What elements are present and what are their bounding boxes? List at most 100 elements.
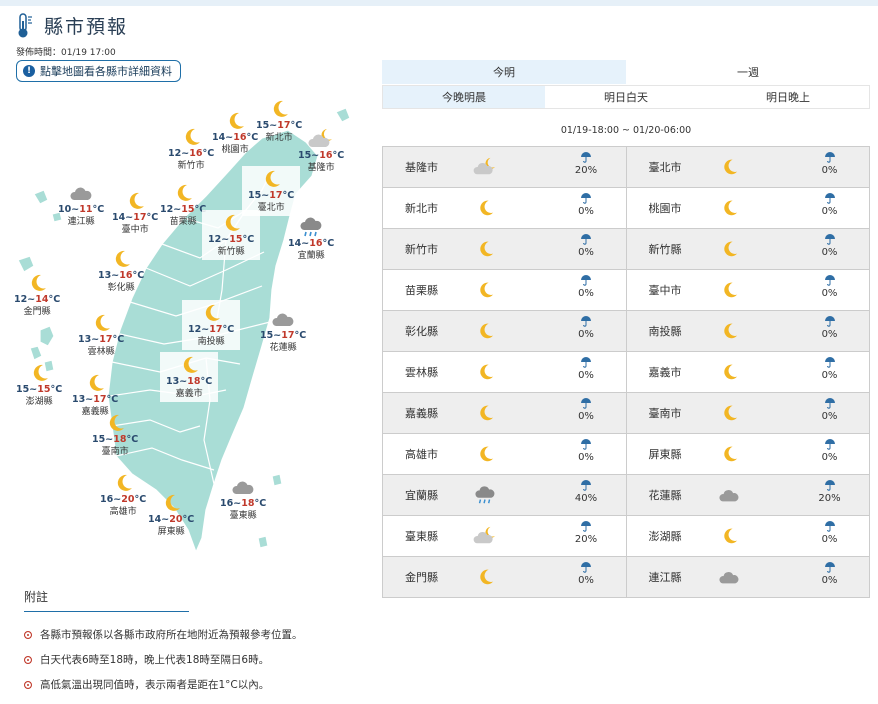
map-city-4[interactable]: 15~17°C 臺北市 bbox=[242, 166, 301, 216]
city-temp: 16~20°C bbox=[100, 494, 147, 505]
notes-title: 附註 bbox=[24, 588, 189, 612]
cloud-icon bbox=[272, 313, 294, 326]
map-city-11[interactable]: 12~14°C 金門縣 bbox=[14, 272, 60, 318]
umbrella-icon bbox=[824, 398, 835, 409]
tab-tomorrow-night[interactable]: 明日晚上 bbox=[707, 86, 869, 108]
map-hint-button[interactable]: ! 點擊地圖看各縣市詳細資料 bbox=[16, 60, 181, 82]
rain-pop: 0% bbox=[821, 534, 838, 545]
city-cell[interactable]: 臺北市 0% bbox=[625, 147, 870, 187]
moon-icon bbox=[225, 214, 241, 231]
city-cell[interactable]: 臺中市 0% bbox=[625, 270, 870, 310]
main-tabs: 今明 一週 bbox=[382, 60, 870, 84]
tab-tonight[interactable]: 今晚明晨 bbox=[383, 86, 545, 108]
tab-week[interactable]: 一週 bbox=[626, 60, 870, 84]
moon-icon bbox=[723, 405, 737, 421]
cloud-moon-icon bbox=[308, 129, 333, 147]
city-name: 南投縣 bbox=[648, 325, 682, 338]
umbrella-icon bbox=[824, 234, 835, 245]
city-cell[interactable]: 澎湖縣 0% bbox=[625, 516, 870, 556]
umbrella-icon bbox=[581, 316, 591, 327]
city-cell[interactable]: 嘉義縣 0% bbox=[382, 393, 626, 433]
city-cell[interactable]: 南投縣 0% bbox=[625, 311, 870, 351]
rain-pop: 20% bbox=[574, 165, 598, 176]
tab-today[interactable]: 今明 bbox=[382, 60, 626, 84]
map-city-15[interactable]: 13~18°C 嘉義市 bbox=[160, 352, 219, 402]
cloud-icon bbox=[232, 481, 254, 494]
table-row: 基隆市 20% 臺北市 0% bbox=[382, 147, 870, 188]
city-cell[interactable]: 嘉義市 0% bbox=[625, 352, 870, 392]
map-city-13[interactable]: 15~17°C 花蓮縣 bbox=[260, 308, 306, 354]
rain-pop: 0% bbox=[578, 329, 594, 340]
city-cell[interactable]: 新北市 0% bbox=[382, 188, 626, 228]
city-cell[interactable]: 臺東縣 20% bbox=[382, 516, 626, 556]
moon-icon bbox=[31, 274, 47, 291]
moon-icon bbox=[480, 405, 494, 421]
map-city-18[interactable]: 15~18°C 臺南市 bbox=[92, 412, 138, 458]
city-cell[interactable]: 花蓮縣 20% bbox=[625, 475, 870, 515]
map-city-9[interactable]: 14~16°C 宜蘭縣 bbox=[288, 216, 334, 262]
city-name: 新竹市 bbox=[405, 243, 438, 256]
city-cell[interactable]: 彰化縣 0% bbox=[382, 311, 626, 351]
city-cell[interactable]: 新竹縣 0% bbox=[625, 229, 870, 269]
moon-icon bbox=[480, 446, 494, 462]
city-temp: 14~20°C bbox=[148, 514, 195, 525]
map-city-16[interactable]: 15~15°C 澎湖縣 bbox=[16, 362, 62, 408]
city-temp: 13~16°C bbox=[98, 270, 145, 281]
cloud-icon bbox=[70, 187, 92, 200]
umbrella-icon bbox=[581, 275, 591, 286]
table-row: 新北市 0% 桃園市 0% bbox=[382, 188, 870, 229]
city-cell[interactable]: 屏東縣 0% bbox=[625, 434, 870, 474]
map-city-12[interactable]: 12~17°C 南投縣 bbox=[182, 300, 241, 350]
city-cell[interactable]: 宜蘭縣 40% bbox=[382, 475, 626, 515]
umbrella-icon bbox=[824, 439, 835, 450]
rain-probability: 0% bbox=[571, 562, 601, 586]
cloud-icon bbox=[718, 490, 738, 502]
rain-probability: 0% bbox=[571, 193, 601, 217]
rain-pop: 0% bbox=[821, 370, 838, 381]
table-row: 彰化縣 0% 南投縣 0% bbox=[382, 311, 870, 352]
info-icon: ! bbox=[23, 65, 35, 77]
city-cell[interactable]: 苗栗縣 0% bbox=[382, 270, 626, 310]
city-cell[interactable]: 基隆市 20% bbox=[382, 147, 626, 187]
city-cell[interactable]: 桃園市 0% bbox=[625, 188, 870, 228]
map-city-20[interactable]: 16~18°C 臺東縣 bbox=[220, 476, 266, 522]
taiwan-map[interactable]: 12~16°C 新竹市 14~16°C 桃園市 15~17°C 新北市 15~16°C 基隆市… bbox=[0, 90, 370, 570]
map-city-10[interactable]: 13~16°C 彰化縣 bbox=[98, 248, 144, 294]
city-cell[interactable]: 臺南市 0% bbox=[625, 393, 870, 433]
city-temp: 14~17°C bbox=[112, 212, 159, 223]
city-name: 屏東縣 bbox=[648, 448, 682, 461]
city-name: 嘉義縣 bbox=[405, 407, 438, 420]
city-cell[interactable]: 高雄市 0% bbox=[382, 434, 626, 474]
map-city-3[interactable]: 15~16°C 基隆市 bbox=[298, 128, 344, 174]
city-name: 臺南市 bbox=[101, 447, 129, 457]
tab-tomorrow-day[interactable]: 明日白天 bbox=[545, 86, 707, 108]
rain-pop: 0% bbox=[821, 247, 838, 258]
map-city-19[interactable]: 16~20°C 高雄市 bbox=[100, 472, 146, 518]
map-city-21[interactable]: 14~20°C 屏東縣 bbox=[148, 492, 194, 538]
moon-icon bbox=[177, 184, 193, 201]
city-cell[interactable]: 雲林縣 0% bbox=[382, 352, 626, 392]
map-city-5[interactable]: 10~11°C 連江縣 bbox=[58, 182, 104, 228]
sub-tabs: 今晚明晨 明日白天 明日晚上 bbox=[382, 85, 870, 109]
city-cell[interactable]: 新竹市 0% bbox=[382, 229, 626, 269]
city-temp: 15~15°C bbox=[16, 384, 63, 395]
city-cell[interactable]: 金門縣 0% bbox=[382, 557, 626, 597]
map-city-8[interactable]: 12~15°C 新竹縣 bbox=[202, 210, 261, 260]
map-city-2[interactable]: 15~17°C 新北市 bbox=[256, 98, 302, 144]
bullet-icon bbox=[24, 630, 32, 639]
city-name: 新北市 bbox=[265, 133, 293, 143]
map-city-14[interactable]: 13~17°C 雲林縣 bbox=[78, 312, 124, 358]
map-city-0[interactable]: 12~16°C 新竹市 bbox=[168, 126, 214, 172]
rain-probability: 0% bbox=[815, 398, 845, 422]
moon-icon bbox=[480, 200, 494, 216]
city-name: 連江縣 bbox=[648, 571, 682, 584]
rain-probability: 20% bbox=[571, 521, 601, 545]
umbrella-icon bbox=[824, 562, 835, 573]
city-cell[interactable]: 連江縣 0% bbox=[625, 557, 870, 597]
moon-icon bbox=[480, 282, 494, 298]
map-city-6[interactable]: 14~17°C 臺中市 bbox=[112, 190, 158, 236]
moon-icon bbox=[723, 446, 737, 462]
map-city-7[interactable]: 12~15°C 苗栗縣 bbox=[160, 182, 206, 228]
map-city-1[interactable]: 14~16°C 桃園市 bbox=[212, 110, 258, 156]
rain-pop: 0% bbox=[578, 411, 594, 422]
